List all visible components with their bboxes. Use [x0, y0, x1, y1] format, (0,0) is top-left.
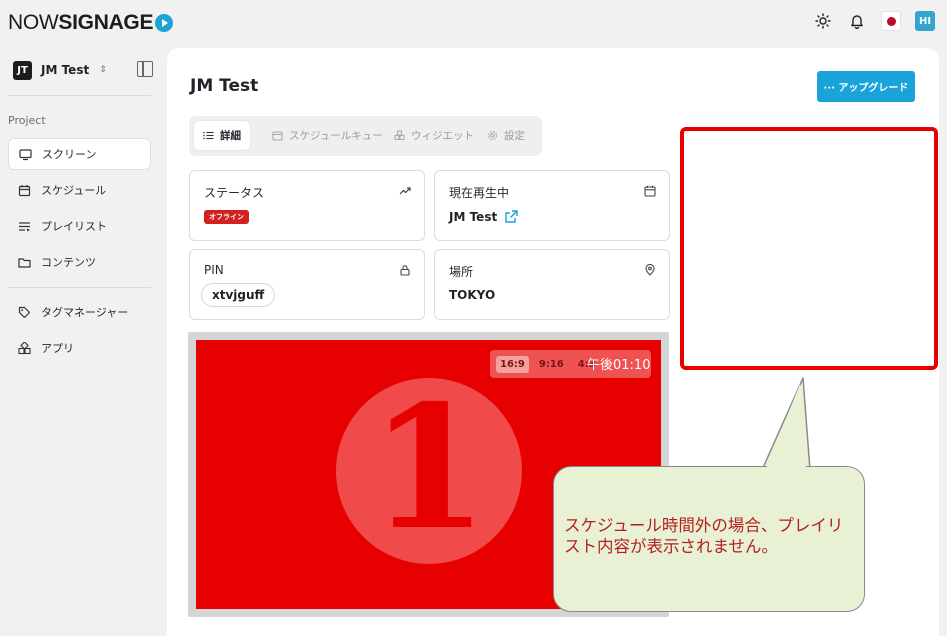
pin-value[interactable]: xtvjguff	[201, 283, 276, 307]
monitor-icon	[19, 148, 32, 161]
tab-schedule-queue[interactable]: スケジュールキュー	[272, 121, 383, 150]
tab-widgets[interactable]: ウィジエット	[394, 121, 474, 150]
list-icon	[203, 130, 214, 141]
upgrade-button[interactable]: ··· アップグレード	[817, 71, 915, 102]
content-number-graphic: 1	[336, 378, 522, 564]
apps-icon	[18, 341, 31, 355]
widget-icon	[394, 130, 405, 141]
map-pin-icon	[644, 264, 656, 276]
ratio-16-9[interactable]: 16:9	[496, 355, 529, 373]
now-playing-card: 現在再生中 JM Test	[434, 170, 670, 241]
tab-details[interactable]: 詳細	[194, 121, 250, 150]
folder-icon	[18, 256, 31, 269]
status-card: ステータス オフライン	[189, 170, 425, 241]
playlist-icon	[18, 220, 31, 233]
preview-clock: 午後01:10	[587, 358, 651, 373]
workspace-name: JM Test	[41, 63, 90, 77]
top-bar: NOW SIGNAGE HI	[0, 0, 947, 46]
workspace-badge: JT	[13, 60, 32, 80]
now-playing-value[interactable]: JM Test	[449, 210, 497, 224]
japan-flag-icon[interactable]	[881, 11, 901, 31]
gear-icon	[487, 130, 498, 141]
sidebar-item-apps[interactable]: アプリ	[8, 332, 151, 364]
sidebar-item-content[interactable]: コンテンツ	[8, 246, 151, 278]
user-avatar[interactable]: HI	[915, 11, 935, 31]
sun-icon[interactable]	[813, 11, 833, 31]
section-label: Project	[8, 114, 46, 127]
chevron-updown-icon: ⇕	[99, 65, 107, 75]
trending-icon	[399, 185, 411, 197]
divider	[8, 95, 151, 96]
location-value: TOKYO	[449, 288, 496, 302]
calendar-icon	[272, 130, 283, 141]
location-card: 場所 TOKYO	[434, 249, 670, 320]
bell-icon[interactable]	[847, 11, 867, 31]
ratio-9-16[interactable]: 9:16	[535, 356, 568, 373]
external-link-icon[interactable]	[504, 209, 519, 224]
tab-settings[interactable]: 設定	[487, 121, 525, 150]
calendar-icon	[18, 184, 31, 197]
annotation-text: スケジュール時間外の場合、プレイリスト内容が表示されません。	[564, 516, 844, 556]
status-badge: オフライン	[204, 210, 249, 224]
tab-bar: 詳細 スケジュールキュー ウィジエット 設定	[189, 116, 542, 156]
sidebar-item-playlists[interactable]: プレイリスト	[8, 210, 151, 242]
lock-icon	[399, 264, 411, 276]
sidebar-item-screens[interactable]: スクリーン	[8, 138, 151, 170]
highlight-box	[680, 127, 938, 370]
sidebar-item-tag-manager[interactable]: タグマネージャー	[8, 296, 151, 328]
calendar-icon	[644, 185, 656, 197]
workspace-switcher[interactable]: JT JM Test ⇕	[13, 60, 153, 80]
sidebar: JT JM Test ⇕ Project スクリーン スケジュール プレイリスト…	[0, 46, 160, 636]
nowsignage-logo[interactable]: NOW SIGNAGE	[8, 11, 174, 35]
page-title: JM Test	[190, 76, 259, 96]
divider	[8, 287, 151, 288]
tag-icon	[18, 306, 31, 319]
annotation-callout: スケジュール時間外の場合、プレイリスト内容が表示されません。	[553, 466, 865, 612]
play-logo-icon	[155, 14, 174, 32]
pin-card: PIN xtvjguff	[189, 249, 425, 320]
sidebar-item-schedule[interactable]: スケジュール	[8, 174, 151, 206]
collapse-sidebar-icon[interactable]	[137, 61, 153, 77]
